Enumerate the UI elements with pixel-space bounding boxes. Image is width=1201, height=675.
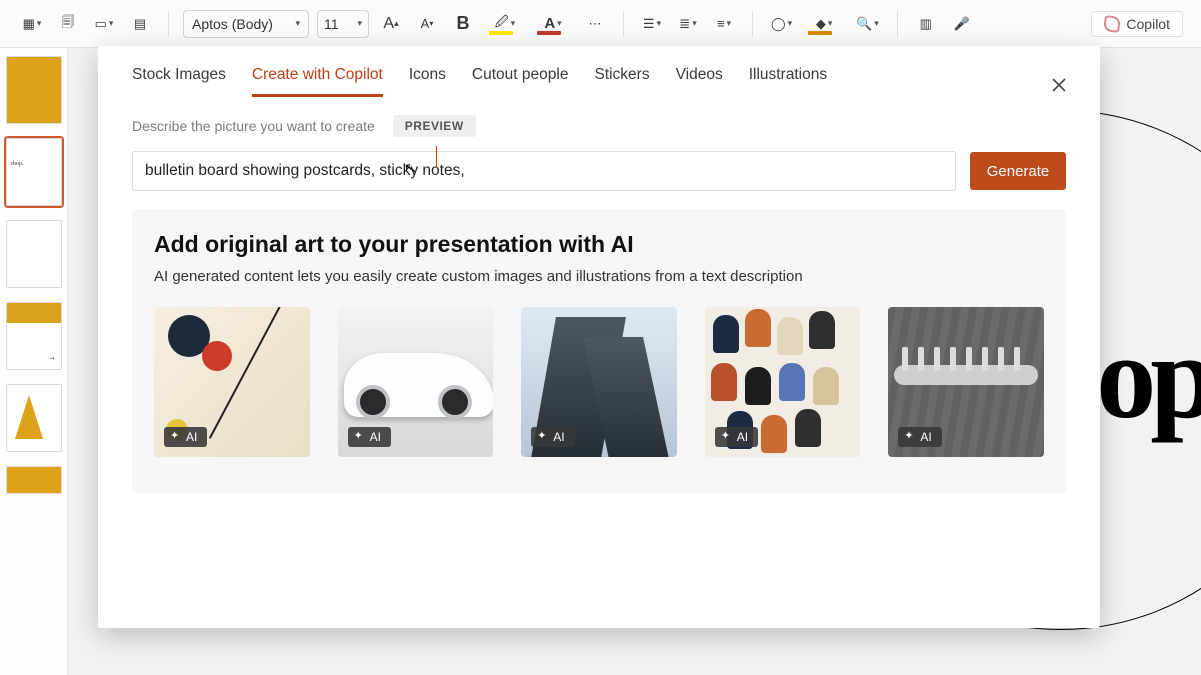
prompt-row: ↖ Generate	[98, 137, 1100, 191]
example-card[interactable]: AI	[154, 307, 310, 457]
highlight-color-button[interactable]: 🖉▾	[485, 9, 525, 39]
dictate-button[interactable]: 🎤	[948, 9, 976, 39]
chevron-down-icon: ▾	[295, 18, 300, 29]
tab-create-with-copilot[interactable]: Create with Copilot	[252, 66, 383, 97]
slide-thumbnail[interactable]	[6, 384, 62, 452]
font-name-value: Aptos (Body)	[192, 16, 273, 32]
example-card[interactable]: AI	[521, 307, 677, 457]
tab-cutout-people[interactable]: Cutout people	[472, 66, 569, 97]
chevron-down-icon: ▾	[357, 18, 362, 29]
copilot-label: Copilot	[1126, 16, 1170, 32]
prompt-input[interactable]	[132, 151, 956, 191]
tab-videos[interactable]: Videos	[676, 66, 723, 97]
ai-badge: AI	[348, 427, 391, 447]
more-formatting-button[interactable]: ⋯	[581, 9, 609, 39]
shape-fill-button[interactable]: ◆▾	[804, 9, 844, 39]
tab-icons[interactable]: Icons	[409, 66, 446, 97]
ai-badge: AI	[898, 427, 941, 447]
example-card[interactable]: AI	[705, 307, 861, 457]
numbering-button[interactable]: ≣▾	[674, 9, 702, 39]
slide-thumbnail[interactable]	[6, 56, 62, 124]
text-caret	[436, 146, 437, 168]
example-card[interactable]: AI	[888, 307, 1044, 457]
separator	[168, 11, 169, 37]
slide-text-fragment: op	[1096, 308, 1201, 446]
ai-badge: AI	[715, 427, 758, 447]
slide-thumbnail[interactable]	[6, 466, 62, 494]
slide-thumbnail[interactable]: →	[6, 302, 62, 370]
preview-badge: PREVIEW	[393, 115, 476, 137]
tab-stickers[interactable]: Stickers	[594, 66, 649, 97]
slide-thumbnails-pane: shop. →	[0, 48, 68, 675]
gallery-panel: Add original art to your presentation wi…	[132, 209, 1066, 493]
gallery-subtitle: AI generated content lets you easily cre…	[154, 268, 1044, 285]
increase-font-button[interactable]: A▴	[377, 9, 405, 39]
example-cards: AI AI AI AI	[154, 307, 1044, 457]
designer-button[interactable]: ▥	[912, 9, 940, 39]
font-name-select[interactable]: Aptos (Body) ▾	[183, 10, 309, 38]
describe-row: Describe the picture you want to create …	[98, 97, 1100, 137]
font-color-button[interactable]: A▾	[533, 9, 573, 39]
separator	[752, 11, 753, 37]
decrease-font-button[interactable]: A▾	[413, 9, 441, 39]
align-button[interactable]: ≡▾	[710, 9, 738, 39]
gallery-title: Add original art to your presentation wi…	[154, 231, 1044, 258]
thumb-label: shop.	[11, 161, 24, 167]
ai-badge: AI	[531, 427, 574, 447]
bold-button[interactable]: B	[449, 9, 477, 39]
new-slide-button[interactable]: ▦▾	[18, 9, 46, 39]
layout-button[interactable]: ▭▾	[90, 9, 118, 39]
tab-stock-images[interactable]: Stock Images	[132, 66, 226, 97]
dialog-tabs: Stock Images Create with Copilot Icons C…	[98, 46, 1100, 97]
separator	[623, 11, 624, 37]
bullets-button[interactable]: ☰▾	[638, 9, 666, 39]
shapes-button[interactable]: ◯▾	[767, 9, 796, 39]
image-picker-dialog: Stock Images Create with Copilot Icons C…	[98, 46, 1100, 628]
section-button[interactable]: ▤	[126, 9, 154, 39]
ai-badge: AI	[164, 427, 207, 447]
font-size-value: 11	[324, 16, 339, 32]
describe-label: Describe the picture you want to create	[132, 118, 375, 134]
find-button[interactable]: 🔍▾	[852, 9, 883, 39]
ribbon: ▦▾ 🗐 ▭▾ ▤ Aptos (Body) ▾ 11 ▾ A▴ A▾ B 🖉▾…	[0, 0, 1201, 48]
close-button[interactable]	[1042, 68, 1076, 102]
slide-thumbnail[interactable]: shop.	[6, 138, 62, 206]
separator	[897, 11, 898, 37]
generate-button[interactable]: Generate	[970, 152, 1066, 190]
slide-thumbnail[interactable]	[6, 220, 62, 288]
print-settings-button[interactable]: 🗐	[54, 9, 82, 39]
tab-illustrations[interactable]: Illustrations	[749, 66, 827, 97]
copilot-icon	[1103, 14, 1121, 32]
font-size-select[interactable]: 11 ▾	[317, 10, 369, 38]
copilot-button[interactable]: Copilot	[1091, 11, 1183, 37]
close-icon	[1051, 77, 1067, 93]
example-card[interactable]: AI	[338, 307, 494, 457]
